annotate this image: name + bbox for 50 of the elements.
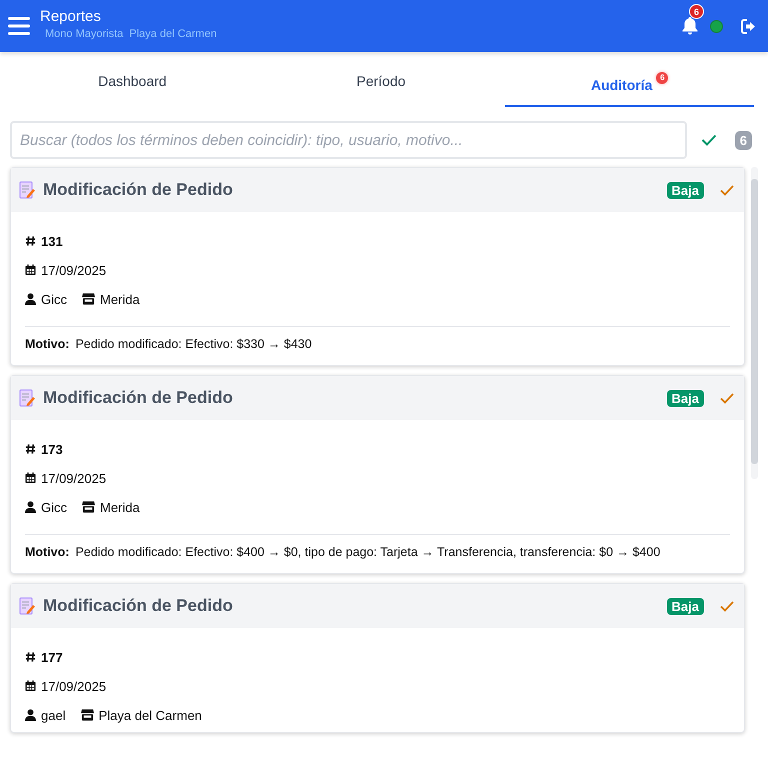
reason-label: Motivo: xyxy=(25,545,70,559)
hash-icon xyxy=(25,235,36,247)
search-field[interactable]: Buscar (todos los términos deben coincidir): tipo, usuario, motivo... xyxy=(10,121,687,159)
tab[interactable]: Dashboard xyxy=(8,60,257,107)
record-date: 17/09/2025 xyxy=(41,470,106,486)
store-icon xyxy=(82,501,95,513)
store-name: Merida xyxy=(100,500,140,514)
reason-label: Motivo: xyxy=(25,337,70,351)
hash-icon xyxy=(25,651,36,663)
calendar-icon xyxy=(25,680,36,692)
severity-badge: Baja xyxy=(666,390,704,406)
store-name: Playa del Carmen xyxy=(98,708,202,722)
store-icon xyxy=(80,709,94,721)
user-name: Gicc xyxy=(41,292,67,306)
document-edit-icon xyxy=(19,181,35,199)
record-number: 131 xyxy=(41,234,63,248)
tab[interactable]: Auditoría 6 xyxy=(505,60,754,107)
record-number: 177 xyxy=(41,650,63,664)
document-edit-icon xyxy=(19,389,35,407)
count-badge: 6 xyxy=(656,72,668,84)
card-title: Modificación de Pedido xyxy=(43,596,233,616)
user-icon xyxy=(25,709,36,721)
card-title: Modificación de Pedido xyxy=(43,180,233,200)
severity-badge: Baja xyxy=(666,598,704,614)
store-name: Merida xyxy=(100,292,140,306)
hash-icon xyxy=(25,443,36,455)
check-icon xyxy=(700,134,717,146)
user-icon xyxy=(25,501,36,513)
reason-text: Pedido modificado: Efectivo: $330 → $430 xyxy=(75,337,312,351)
notifications-button[interactable] xyxy=(682,17,698,35)
page-title: Reportes xyxy=(40,8,102,25)
document-edit-icon xyxy=(19,597,35,615)
menu-button[interactable] xyxy=(8,17,30,35)
subtitle-text: Mono Mayorista xyxy=(45,28,124,40)
reason-text: Pedido modificado: Efectivo: $400 → $0, tipo de pago: Tarjeta → Transferencia, transferencia: $0 → $400 xyxy=(75,545,660,559)
calendar-icon xyxy=(25,264,36,276)
record-date: 17/09/2025 xyxy=(41,262,106,278)
record-number: 173 xyxy=(41,442,63,456)
count-badge: 6 xyxy=(734,130,752,150)
store-icon xyxy=(82,293,95,305)
severity-badge: Baja xyxy=(666,182,704,198)
subtitle-text: Playa del Carmen xyxy=(129,28,217,40)
user-name: gael xyxy=(41,708,66,722)
notification-badge: 6 xyxy=(689,4,704,19)
user-name: Gicc xyxy=(41,500,67,514)
card-title: Modificación de Pedido xyxy=(43,388,233,408)
tab[interactable]: Período xyxy=(256,60,506,107)
record-date: 17/09/2025 xyxy=(41,678,106,694)
calendar-icon xyxy=(25,472,36,484)
user-icon xyxy=(25,293,36,305)
